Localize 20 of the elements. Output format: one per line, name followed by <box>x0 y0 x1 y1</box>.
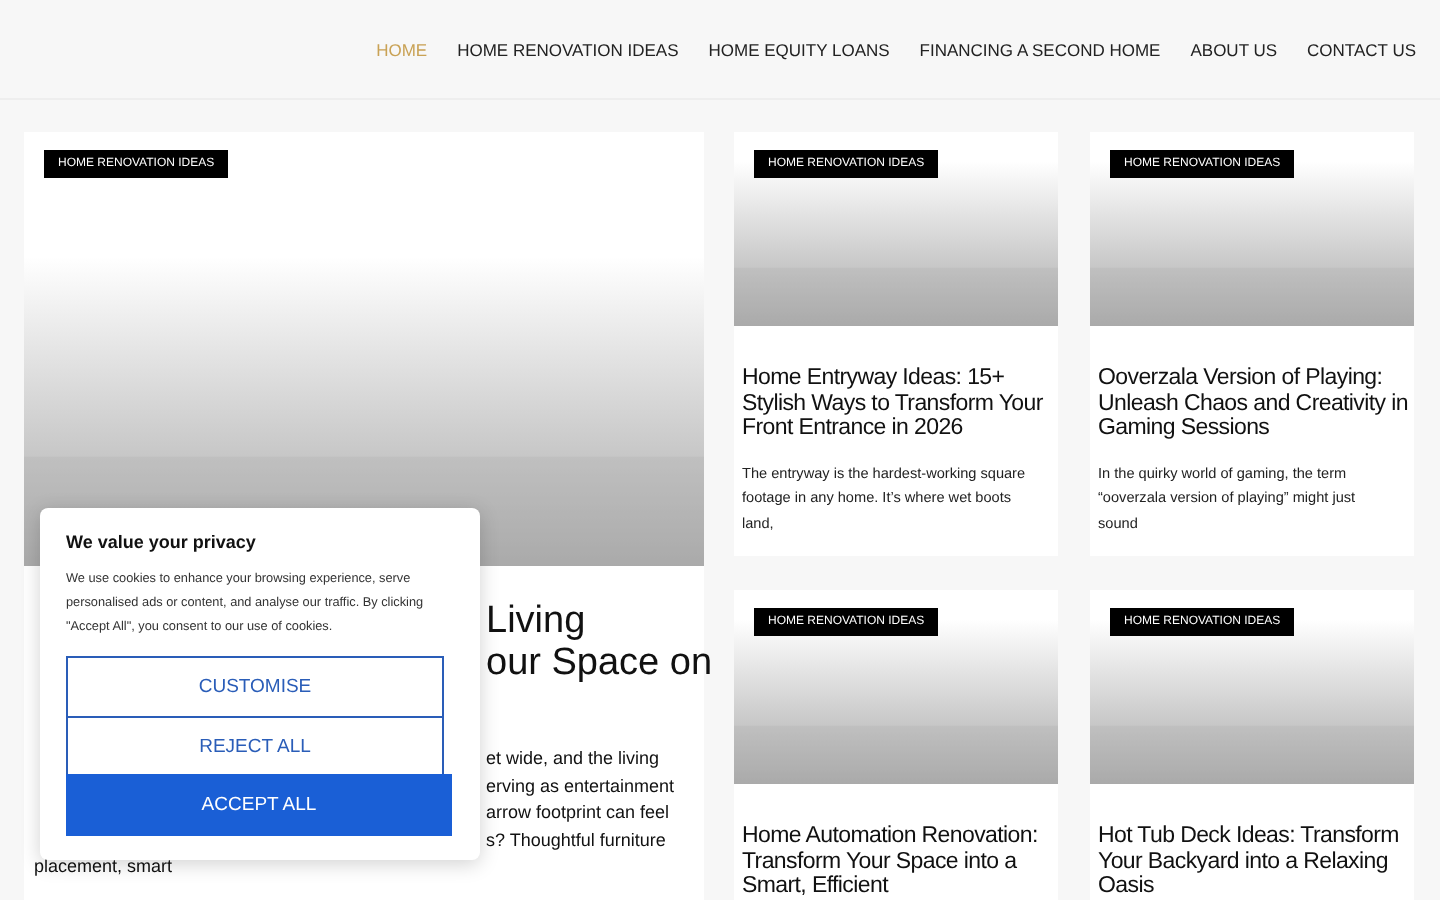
nav-link[interactable]: HOME EQUITY LOANS <box>708 39 890 59</box>
dialog-title: We value your privacy <box>66 532 258 552</box>
post-title[interactable]: Ooverzala Version of Playing: Unleash Chaos and Creativity in Gaming Sessions <box>1090 326 1414 441</box>
post-excerpt: s? Thoughtful furniture <box>486 829 666 850</box>
accept-button[interactable]: ACCEPT ALL <box>66 774 452 836</box>
post-title[interactable]: Home Automation Renovation: Transform Your Space into a Smart, Efficient <box>734 784 1058 899</box>
post-excerpt: erving as entertainment <box>486 775 675 796</box>
post-excerpt: placement, smart <box>34 856 173 877</box>
nav-link[interactable]: ABOUT US <box>1190 39 1278 59</box>
nav-link[interactable]: HOME RENOVATION IDEAS <box>457 39 679 59</box>
outline-button[interactable]: CUSTOMISE <box>66 656 444 718</box>
outline-button[interactable]: REJECT ALL <box>66 715 444 777</box>
nav-link[interactable]: CONTACT US <box>1307 39 1416 59</box>
nav-link[interactable]: FINANCING A SECOND HOME <box>919 39 1161 59</box>
post-title[interactable]: our Space on <box>486 642 713 684</box>
post-excerpt: et wide, and the living <box>486 748 660 768</box>
post-title[interactable]: Hot Tub Deck Ideas: Transform Your Backyard into a Relaxing Oasis <box>1090 784 1414 899</box>
post-title[interactable]: Living <box>486 600 586 642</box>
post-title[interactable]: Home Entryway Ideas: 15+ Stylish Ways to Transform Your Front Entrance in 2026 <box>734 326 1058 441</box>
post-excerpt: arrow footprint can feel <box>486 802 670 823</box>
